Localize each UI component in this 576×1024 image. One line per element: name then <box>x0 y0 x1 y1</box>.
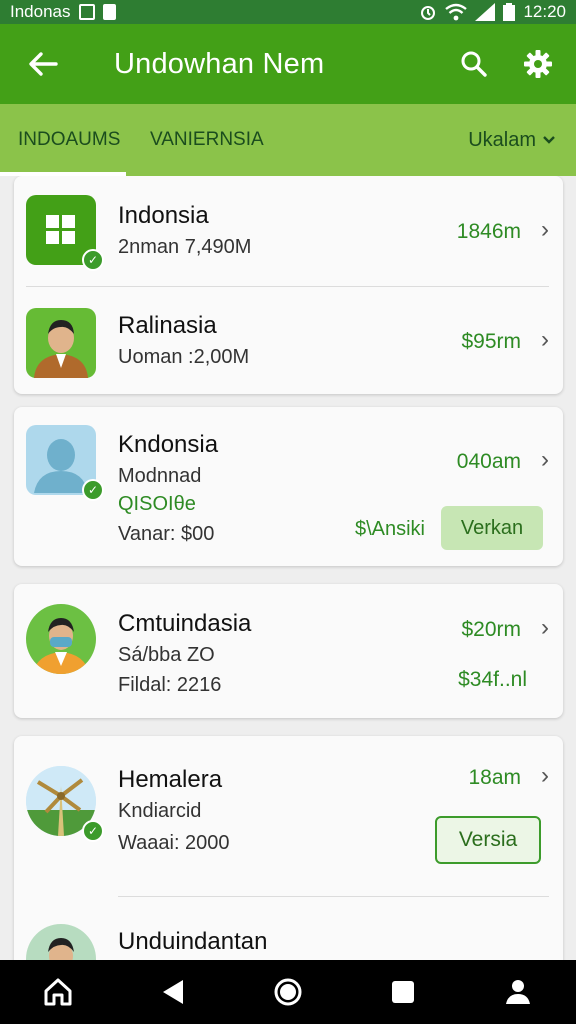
item-extra-amount: $\Ansiki <box>354 518 425 540</box>
item-subtitle: Sá/bba ZO <box>118 644 215 666</box>
item-code: QISOIθe <box>118 493 196 515</box>
signal-icon <box>475 3 496 21</box>
profile-button[interactable] <box>488 962 548 1022</box>
item-name: Cmtuindasia <box>118 610 252 637</box>
item-amount: 1846m <box>456 220 521 243</box>
page-title: Undowhan Nem <box>114 47 325 80</box>
verified-check-icon: ✓ <box>82 249 104 271</box>
item-detail: Waaai: 2000 <box>118 832 230 854</box>
recents-button[interactable] <box>373 962 433 1022</box>
item-amount: $95rm <box>461 330 521 353</box>
search-icon <box>461 51 487 77</box>
avatar <box>26 924 96 960</box>
gallery-icon <box>78 4 95 20</box>
tab-indoaums[interactable]: INDOAUMS <box>0 104 126 176</box>
person-avatar-icon <box>32 618 90 674</box>
chevron-right-icon: › <box>541 326 549 353</box>
filter-dropdown[interactable]: Ukalam <box>468 129 556 152</box>
item-name: Hemalera <box>118 766 223 793</box>
item-name: Unduindantan <box>118 928 268 955</box>
person-avatar-icon <box>34 320 88 378</box>
app-bar: Undowhan Nem <box>0 24 576 104</box>
back-button[interactable] <box>0 24 86 104</box>
item-amount: 040am <box>456 450 521 473</box>
item-amount: 18am <box>468 766 521 789</box>
avatar <box>26 604 96 674</box>
chevron-right-icon: › <box>541 216 549 243</box>
chevron-right-icon: › <box>541 446 549 473</box>
list-item[interactable]: ✓ Hemalera Kndiarcid Waaai: 2000 18am › … <box>14 736 563 960</box>
verified-check-icon: ✓ <box>82 479 104 501</box>
avatar: ✓ <box>26 425 104 501</box>
circle-home-icon <box>274 978 302 1006</box>
arrow-left-icon <box>29 52 58 76</box>
search-button[interactable] <box>442 24 506 104</box>
chevron-right-icon: › <box>541 762 549 789</box>
card-list: ✓ Indonsia 2nman 7,490M 1846m › Ralinasi… <box>0 176 576 960</box>
verify-button[interactable]: Verkan <box>441 506 543 550</box>
home-button[interactable] <box>28 962 88 1022</box>
wifi-icon <box>445 3 468 21</box>
item-subtitle: 2nman 7,490M <box>118 236 252 258</box>
status-bar: Indonas 12:20 <box>0 0 576 24</box>
landmark-avatar: ✓ <box>26 766 104 842</box>
item-name: Indonsia <box>118 202 209 229</box>
sd-card-icon <box>102 4 116 20</box>
list-item[interactable]: ✓ Indonsia 2nman 7,490M 1846m › <box>14 176 563 284</box>
person-icon <box>506 980 531 1004</box>
filter-dropdown-label: Ukalam <box>468 128 536 151</box>
carrier-label: Indonas <box>10 2 71 21</box>
version-button[interactable]: Versia <box>435 816 541 864</box>
chevron-down-icon <box>543 136 555 144</box>
nav-home-circle-button[interactable] <box>258 962 318 1022</box>
list-item[interactable]: ✓ Kndonsia Modnnad QISOIθe Vanar: $00 04… <box>14 407 563 566</box>
home-icon <box>44 978 72 1006</box>
item-amount: $20rm <box>461 618 521 641</box>
settings-button[interactable] <box>506 24 570 104</box>
verified-check-icon: ✓ <box>82 820 104 842</box>
item-subtitle: Kndiarcid <box>118 800 202 822</box>
list-item[interactable]: Cmtuindasia Sá/bba ZO Fildal: 2216 $20rm… <box>14 584 563 718</box>
divider <box>118 896 549 897</box>
chevron-right-icon: › <box>541 614 549 641</box>
item-name: Kndonsia <box>118 431 219 458</box>
item-name: Ralinasia <box>118 312 217 339</box>
square-recents-icon <box>392 981 415 1003</box>
system-nav-bar <box>0 960 576 1024</box>
gear-icon <box>524 50 552 78</box>
person-avatar-icon <box>48 938 74 960</box>
apps-avatar: ✓ <box>26 195 104 271</box>
item-detail: Vanar: $00 <box>118 523 215 545</box>
item-subtitle: Uoman :2,00M <box>118 346 250 368</box>
battery-icon <box>503 3 516 21</box>
list-item[interactable]: Ralinasia Uoman :2,00M $95rm › <box>14 288 563 394</box>
item-secondary-amount: $34f..nl <box>458 668 527 691</box>
triangle-back-icon <box>162 980 183 1004</box>
nav-back-button[interactable] <box>143 962 203 1022</box>
avatar <box>26 308 96 378</box>
divider <box>26 286 549 287</box>
account-card: ✓ Indonsia 2nman 7,490M 1846m › Ralinasi… <box>14 176 563 394</box>
item-detail: Fildal: 2216 <box>118 674 222 696</box>
clock: 12:20 <box>523 2 566 21</box>
alarm-icon <box>421 6 436 20</box>
tab-vaniernsia[interactable]: VANIERNSIA <box>126 104 264 176</box>
item-subtitle: Modnnad <box>118 465 202 487</box>
tab-bar: INDOAUMS VANIERNSIA Ukalam <box>0 104 576 176</box>
